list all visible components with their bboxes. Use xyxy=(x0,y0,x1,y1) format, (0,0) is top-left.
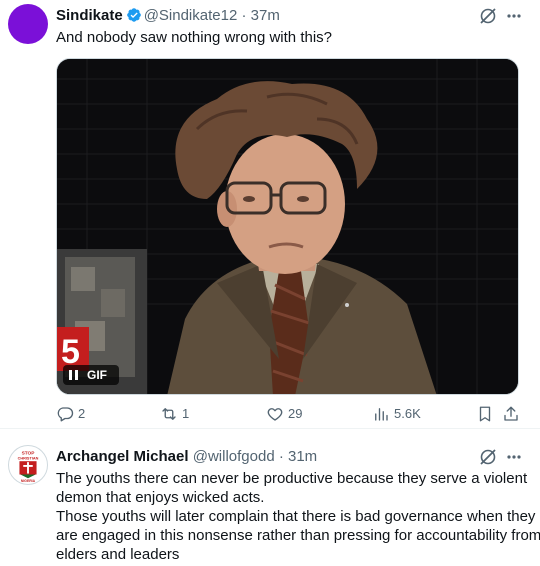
repost-button[interactable]: 1 xyxy=(160,404,210,424)
timestamp[interactable]: 37m xyxy=(251,7,280,24)
gif-badge[interactable]: GIF xyxy=(63,365,119,385)
stop-christian-nigeria-logo: STOP CHRISTIAN NIGERIA xyxy=(9,446,47,483)
tweet-header: Sindikate @Sindikate12 · 37m xyxy=(56,6,280,26)
reply-button[interactable]: 2 xyxy=(56,404,106,424)
dot-separator: · xyxy=(278,448,284,465)
avatar[interactable]: STOP CHRISTIAN NIGERIA xyxy=(8,445,48,485)
tweet-text: The youths there can never be productive… xyxy=(56,469,540,564)
pause-icon xyxy=(69,370,78,380)
like-button[interactable]: 29 xyxy=(266,404,316,424)
svg-text:NIGERIA: NIGERIA xyxy=(21,479,36,483)
reply-count: 2 xyxy=(78,406,86,421)
like-icon xyxy=(267,408,283,421)
tweet-header: Archangel Michael @willofgodd · 31m xyxy=(56,447,317,467)
tweet-sindikate[interactable]: Sindikate @Sindikate12 · 37m And nobody s… xyxy=(0,0,540,429)
share-icon[interactable] xyxy=(502,405,520,423)
text-line: elders and leaders xyxy=(56,546,180,563)
views-count: 5.6K xyxy=(394,406,421,421)
text-line: The youths there can never be productive… xyxy=(56,470,528,487)
dot-separator: · xyxy=(241,7,247,24)
text-line: demon that enjoys wicked acts. xyxy=(56,489,265,506)
grok-icon[interactable] xyxy=(478,447,498,467)
author-name[interactable]: Sindikate xyxy=(56,7,123,24)
more-icon[interactable] xyxy=(504,6,524,26)
author-handle[interactable]: @willofgodd xyxy=(193,448,275,465)
gif-label: GIF xyxy=(87,368,107,382)
tweet-text: And nobody saw nothing wrong with this? xyxy=(56,29,333,46)
text-line: Those youths will later complain that th… xyxy=(56,508,536,525)
grok-icon[interactable] xyxy=(478,6,498,26)
gif-frame-illustration: 5 xyxy=(57,59,518,394)
views-button[interactable]: 5.6K xyxy=(372,404,432,424)
bookmark-icon[interactable] xyxy=(476,405,494,423)
repost-icon xyxy=(162,408,176,420)
like-count: 29 xyxy=(288,406,303,421)
views-icon xyxy=(375,408,388,421)
text-line: are engaged in this nonsense rather than… xyxy=(56,527,540,544)
verified-badge-icon xyxy=(126,8,141,22)
reply-icon xyxy=(57,407,74,422)
avatar[interactable] xyxy=(8,4,48,44)
svg-text:CHRISTIAN: CHRISTIAN xyxy=(18,456,39,460)
author-handle[interactable]: @Sindikate12 xyxy=(144,7,238,24)
timestamp[interactable]: 31m xyxy=(288,448,317,465)
author-name[interactable]: Archangel Michael xyxy=(56,448,189,465)
repost-count: 1 xyxy=(182,406,190,421)
gif-media[interactable]: 5 GIF xyxy=(56,58,519,395)
more-icon[interactable] xyxy=(504,447,524,467)
